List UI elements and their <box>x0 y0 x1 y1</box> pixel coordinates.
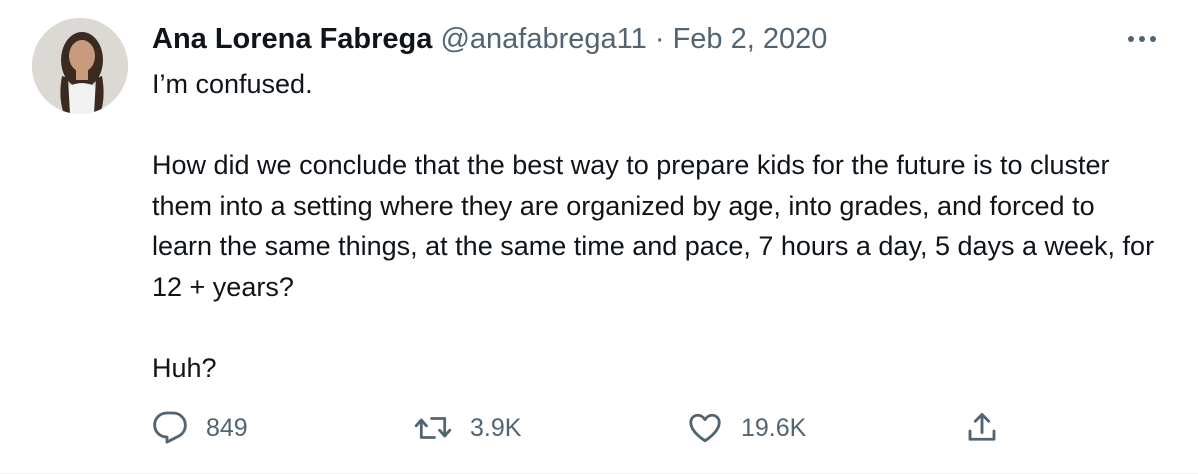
avatar-image <box>32 18 128 114</box>
author-handle[interactable]: @anafabrega11 <box>440 23 646 55</box>
tweet-card: Ana Lorena Fabrega @anafabrega11 · Feb 2… <box>0 0 1198 474</box>
avatar[interactable] <box>32 18 128 114</box>
tweet-date[interactable]: Feb 2, 2020 <box>673 23 828 55</box>
reply-count: 849 <box>206 413 248 442</box>
tweet-text: I’m confused. How did we conclude that t… <box>152 64 1162 388</box>
more-horizontal-icon <box>1128 36 1156 42</box>
tweet-paragraph: Huh? <box>152 352 217 383</box>
retweet-button[interactable]: 3.9K <box>414 404 521 452</box>
more-options-button[interactable] <box>1122 22 1162 56</box>
reply-button[interactable]: 849 <box>152 404 248 452</box>
tweet-header: Ana Lorena Fabrega @anafabrega11 · Feb 2… <box>152 22 827 56</box>
reply-bubble-icon <box>153 411 187 444</box>
heart-icon <box>689 413 721 443</box>
share-upload-icon <box>968 413 996 441</box>
author-name[interactable]: Ana Lorena Fabrega <box>152 23 432 55</box>
retweet-icon <box>414 417 452 439</box>
share-button[interactable] <box>964 404 1000 452</box>
header-separator: · <box>654 23 665 55</box>
like-button[interactable]: 19.6K <box>687 404 806 452</box>
like-count: 19.6K <box>741 413 807 442</box>
tweet-paragraph: How did we conclude that the best way to… <box>152 150 1155 302</box>
retweet-count: 3.9K <box>470 413 522 442</box>
tweet-paragraph: I’m confused. <box>152 69 313 99</box>
tweet-actions: 849 3.9K 19.6K <box>152 404 1012 452</box>
